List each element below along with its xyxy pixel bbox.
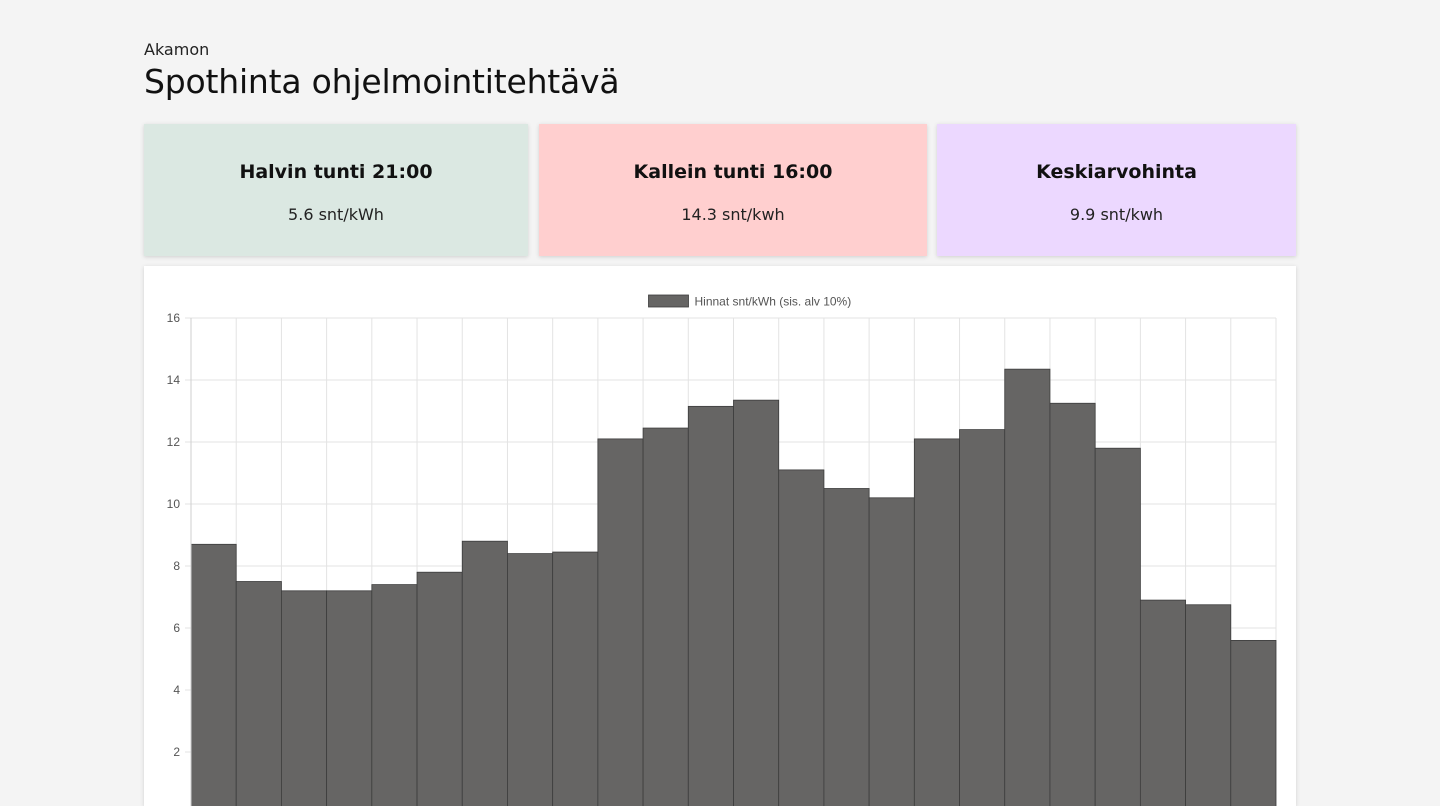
- average-price-title: Keskiarvohinta: [937, 161, 1296, 183]
- legend-label[interactable]: Hinnat snt/kWh (sis. alv 10%): [695, 295, 852, 309]
- price-bar[interactable]: [281, 591, 326, 806]
- cheapest-hour-title: Halvin tunti 21:00: [144, 161, 528, 183]
- average-price-value: 9.9 snt/kwh: [937, 205, 1296, 224]
- price-bar[interactable]: [236, 582, 281, 806]
- y-tick-label: 14: [167, 373, 181, 387]
- price-bar[interactable]: [462, 541, 507, 806]
- most-expensive-hour-title: Kallein tunti 16:00: [539, 161, 927, 183]
- price-bar[interactable]: [643, 428, 688, 806]
- cheapest-hour-card: Halvin tunti 21:00 5.6 snt/kWh: [144, 124, 528, 256]
- price-bar[interactable]: [734, 400, 779, 806]
- average-price-card: Keskiarvohinta 9.9 snt/kwh: [937, 124, 1296, 256]
- y-tick-label: 4: [173, 683, 180, 697]
- y-tick-label: 8: [173, 559, 180, 573]
- price-bar[interactable]: [824, 489, 869, 806]
- price-bar[interactable]: [1095, 448, 1140, 806]
- chart-legend[interactable]: Hinnat snt/kWh (sis. alv 10%): [649, 295, 852, 309]
- page-title: Spothinta ohjelmointitehtävä: [144, 62, 619, 101]
- price-bar[interactable]: [417, 572, 462, 806]
- y-axis: 16 14 12 10 8 6 4 2: [167, 311, 191, 806]
- price-bar[interactable]: [1231, 640, 1276, 806]
- price-bar[interactable]: [688, 406, 733, 806]
- chart-bars: [191, 369, 1276, 806]
- y-tick-label: 6: [173, 621, 180, 635]
- price-bar[interactable]: [327, 591, 372, 806]
- price-chart: 16 14 12 10 8 6 4 2 Hinnat snt/kWh (sis. alv 10…: [144, 266, 1296, 806]
- price-bar[interactable]: [1005, 369, 1050, 806]
- y-tick-label: 10: [167, 497, 181, 511]
- price-bar[interactable]: [372, 585, 417, 806]
- price-bar[interactable]: [1186, 605, 1231, 806]
- legend-swatch[interactable]: [649, 295, 689, 307]
- cheapest-hour-value: 5.6 snt/kWh: [144, 205, 528, 224]
- page-subtitle: Akamon: [144, 40, 209, 59]
- most-expensive-hour-value: 14.3 snt/kwh: [539, 205, 927, 224]
- y-tick-label: 2: [173, 745, 180, 759]
- price-bar[interactable]: [779, 470, 824, 806]
- y-tick-label: 16: [167, 311, 181, 325]
- y-tick-label: 12: [167, 435, 181, 449]
- price-bar[interactable]: [960, 430, 1005, 806]
- most-expensive-hour-card: Kallein tunti 16:00 14.3 snt/kwh: [539, 124, 927, 256]
- price-bar[interactable]: [507, 554, 552, 806]
- price-bar[interactable]: [914, 439, 959, 806]
- price-bar[interactable]: [553, 552, 598, 806]
- price-bar[interactable]: [869, 498, 914, 806]
- price-bar[interactable]: [1140, 600, 1185, 806]
- price-chart-panel: 16 14 12 10 8 6 4 2 Hinnat snt/kWh (sis. alv 10…: [144, 266, 1296, 806]
- price-bar[interactable]: [598, 439, 643, 806]
- price-bar[interactable]: [191, 544, 236, 806]
- price-bar[interactable]: [1050, 403, 1095, 806]
